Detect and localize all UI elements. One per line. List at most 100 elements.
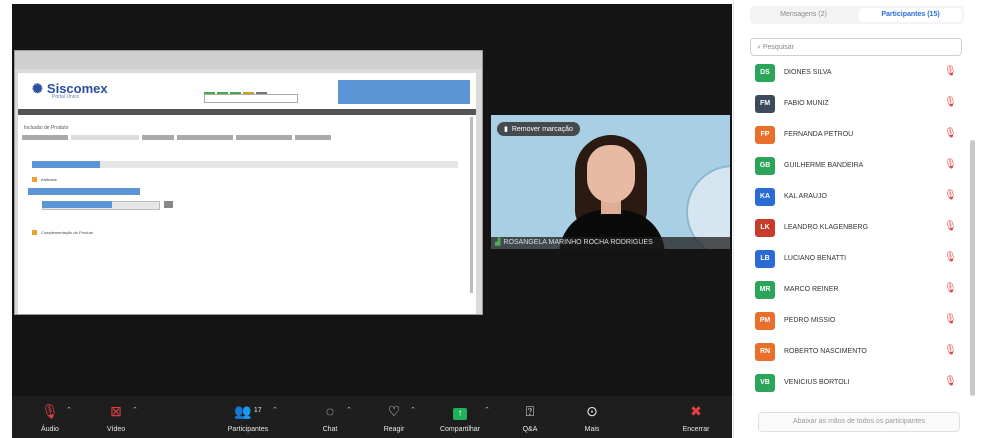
page-tab[interactable] — [142, 135, 174, 140]
react-label: Reagir — [383, 426, 405, 433]
shared-screen[interactable]: ✺ Siscomex Portal Único Inclusão de Produ… — [14, 50, 483, 315]
panel-tabs: Mensagens (2) Participantes (15) — [750, 6, 964, 24]
share-button[interactable]: ↑ Compartilhar ⌃ — [428, 402, 492, 433]
section-marker-icon — [32, 230, 37, 236]
chat-button[interactable]: ◌ Chat ⌃ — [298, 402, 362, 433]
tab-participants[interactable]: Participantes (15) — [859, 8, 962, 22]
mic-muted-icon[interactable]: 🎙 — [944, 221, 957, 232]
video-button[interactable]: ⊠ Vídeo ⌃ — [84, 402, 148, 433]
mic-muted-icon[interactable]: 🎙 — [944, 159, 957, 170]
side-panel: Mensagens (2) Participantes (15) ⌕ Pesqu… — [733, 0, 982, 438]
audio-button[interactable]: 🎙 Áudio ⌃ — [18, 402, 82, 433]
field-bar-fill — [32, 161, 100, 168]
section-complement: Complementação do Produto — [32, 230, 93, 236]
participant-video[interactable]: ▮ Remover marcação ▟ ROSANGELA MARINHO ROC… — [491, 115, 730, 249]
video-namebar: ▟ ROSANGELA MARINHO ROCHA RODRIGUES — [491, 237, 730, 249]
page-tab[interactable] — [295, 135, 331, 140]
participants-count: 17 — [253, 407, 262, 414]
participant-name: VENICIUS BORTOLI — [784, 379, 850, 386]
chat-icon: ◌ — [325, 403, 335, 419]
avatar: GB — [755, 157, 775, 175]
mic-muted-icon[interactable]: 🎙 — [944, 345, 957, 356]
qa-button[interactable]: ⍰ Q&A — [498, 402, 562, 433]
participant-row[interactable]: VB VENICIUS BORTOLI 🎙 — [754, 370, 968, 401]
participant-row[interactable]: LK LEANDRO KLAGENBERG 🎙 — [754, 215, 968, 246]
share-label: Compartilhar — [439, 426, 481, 433]
participant-list: DS DIONES SILVA 🎙 FM FABIO MUNIZ 🎙 FP FERNANDA … — [754, 60, 968, 401]
video-off-icon: ⊠ — [110, 403, 122, 419]
participant-name: ROBERTO NASCIMENTO — [784, 348, 867, 355]
chevron-up-icon[interactable]: ⌃ — [66, 406, 72, 414]
lower-all-hands-button[interactable]: Abaixar as mãos de todos os participante… — [758, 412, 960, 432]
participant-name: KAL ARAUJO — [784, 193, 827, 200]
participant-row[interactable]: KA KAL ARAUJO 🎙 — [754, 184, 968, 215]
qa-label: Q&A — [522, 426, 538, 433]
mic-muted-icon[interactable]: 🎙 — [944, 283, 957, 294]
participant-row[interactable]: FM FABIO MUNIZ 🎙 — [754, 91, 968, 122]
mic-muted-icon[interactable]: 🎙 — [944, 252, 957, 263]
page-tab[interactable] — [22, 135, 68, 140]
participant-name: GUILHERME BANDEIRA — [784, 162, 864, 169]
header-blue-panel — [338, 80, 470, 104]
participant-list-scrollbar[interactable] — [970, 140, 975, 396]
avatar: PM — [755, 312, 775, 330]
page-title: Inclusão de Produto — [24, 125, 69, 131]
shared-screen-topbar — [15, 51, 482, 69]
mic-muted-icon[interactable]: 🎙 — [944, 376, 957, 387]
page-tab[interactable] — [177, 135, 233, 140]
chevron-up-icon[interactable]: ⌃ — [132, 406, 138, 414]
react-button[interactable]: ♡ Reagir ⌃ — [362, 402, 426, 433]
mic-muted-icon[interactable]: 🎙 — [944, 66, 957, 77]
navbar — [18, 109, 476, 115]
chevron-up-icon[interactable]: ⌃ — [346, 406, 352, 414]
shared-page-scrollbar[interactable] — [470, 117, 473, 293]
end-label: Encerrar — [682, 426, 710, 433]
chevron-up-icon[interactable]: ⌃ — [272, 406, 278, 414]
participant-name: LEANDRO KLAGENBERG — [784, 224, 869, 231]
section-attributes-label: Atributos — [41, 177, 57, 182]
mic-muted-icon[interactable]: 🎙 — [944, 190, 957, 201]
avatar: MR — [755, 281, 775, 299]
chevron-up-icon[interactable]: ⌃ — [410, 406, 416, 414]
more-label: Mais — [584, 426, 600, 433]
page-tab[interactable] — [71, 135, 139, 140]
participant-row[interactable]: FP FERNANDA PETROU 🎙 — [754, 122, 968, 153]
avatar: RN — [755, 343, 775, 361]
page-tab[interactable] — [236, 135, 292, 140]
participant-name: DIONES SILVA — [784, 69, 832, 76]
person-face — [587, 145, 635, 203]
pin-icon: ▮ — [504, 126, 508, 133]
chevron-up-icon[interactable]: ⌃ — [484, 406, 490, 414]
avatar: FP — [755, 126, 775, 144]
participant-row[interactable]: LB LUCIANO BENATTI 🎙 — [754, 246, 968, 277]
qa-icon: ⍰ — [525, 403, 535, 419]
attribute-select-fill — [42, 201, 112, 208]
end-button[interactable]: ✖ Encerrar — [664, 402, 728, 433]
participants-icon: 👥 17 — [234, 403, 262, 419]
audio-label: Áudio — [41, 426, 59, 433]
participant-row[interactable]: MR MARCO REINER 🎙 — [754, 277, 968, 308]
attribute-bar[interactable] — [28, 188, 140, 195]
mic-muted-icon[interactable]: 🎙 — [944, 314, 957, 325]
mic-muted-icon[interactable]: 🎙 — [944, 97, 957, 108]
siscomex-logo: ✺ Siscomex Portal Único — [32, 81, 108, 100]
avatar: LK — [755, 219, 775, 237]
participants-label: Participantes — [227, 426, 269, 433]
avatar: DS — [755, 64, 775, 82]
participant-search-input[interactable]: ⌕ Pesquisar — [750, 38, 962, 56]
more-icon: ⊙ — [586, 403, 598, 419]
mic-muted-icon[interactable]: 🎙 — [944, 128, 957, 139]
participant-row[interactable]: DS DIONES SILVA 🎙 — [754, 60, 968, 91]
more-button[interactable]: ⊙ Mais — [560, 402, 624, 433]
avatar: LB — [755, 250, 775, 268]
participant-row[interactable]: RN ROBERTO NASCIMENTO 🎙 — [754, 339, 968, 370]
participant-row[interactable]: PM PEDRO MISSIO 🎙 — [754, 308, 968, 339]
attribute-add-button[interactable] — [164, 201, 173, 208]
header-search[interactable] — [204, 94, 298, 103]
avatar: FM — [755, 95, 775, 113]
participant-name: ROSANGELA MARINHO ROCHA RODRIGUES — [503, 239, 653, 246]
tab-messages[interactable]: Mensagens (2) — [752, 8, 855, 22]
participant-row[interactable]: GB GUILHERME BANDEIRA 🎙 — [754, 153, 968, 184]
remove-pin-button[interactable]: ▮ Remover marcação — [497, 122, 580, 136]
participants-button[interactable]: 👥 17 Participantes ⌃ — [216, 402, 280, 433]
